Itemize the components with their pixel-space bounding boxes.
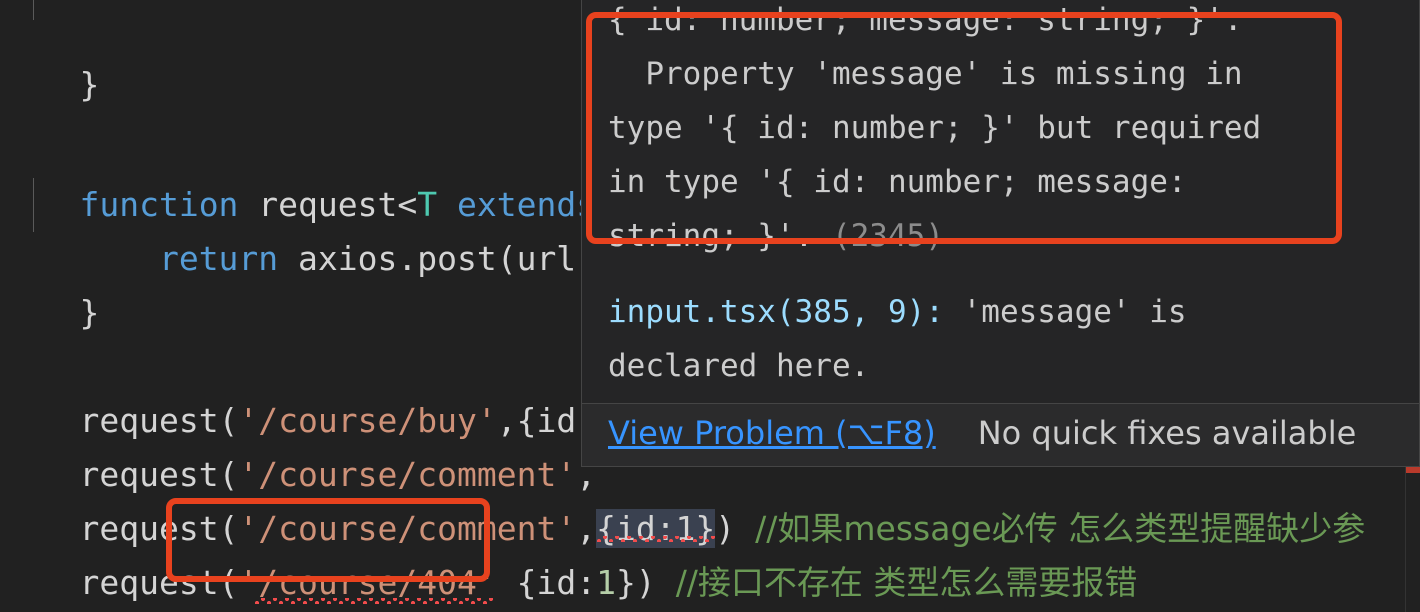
error-squiggle	[254, 598, 493, 604]
tooltip-clipped-line: { id: number; message: string; }'.	[608, 2, 1243, 38]
code-number: 1	[596, 563, 616, 602]
code-line[interactable]: request('/course/comment',	[0, 394, 596, 494]
code-string-literal[interactable]: '/course/404'	[238, 556, 497, 610]
code-line[interactable]: function request<T extends	[0, 124, 596, 224]
tooltip-error-text: string; }'.	[608, 218, 832, 254]
tooltip-related-info-line: input.tsx(385, 9): 'message' is	[582, 285, 1419, 339]
code-token: axios.post(url,	[298, 239, 597, 278]
tooltip-message-body: { id: number; message: string; }'. Prope…	[582, 0, 1419, 403]
tooltip-error-line: Property 'message' is missing in	[608, 56, 1243, 92]
code-token: }	[79, 293, 100, 332]
related-file-link[interactable]: input.tsx(385, 9):	[608, 294, 944, 330]
code-line[interactable]: request('/course/buy',{id:	[0, 340, 596, 440]
code-comment: //接口不存在 类型怎么需要报错	[675, 563, 1138, 602]
code-token: {id:	[496, 563, 597, 602]
code-line[interactable]: }	[0, 4, 99, 104]
tooltip-related-info-line: declared here.	[608, 348, 870, 384]
tooltip-action-bar: View Problem (⌥F8) No quick fixes availa…	[582, 404, 1419, 466]
tooltip-error-line: string; }'. (2345)	[582, 209, 1419, 263]
tooltip-error-line: in type '{ id: number; message:	[608, 164, 1187, 200]
code-line[interactable]: }	[0, 232, 99, 332]
code-token: }	[79, 65, 100, 104]
quick-fix-status: No quick fixes available	[977, 414, 1357, 452]
string-text: '/course/404'	[238, 563, 497, 602]
tooltip-error-code: (2345)	[831, 218, 944, 254]
code-token: })	[615, 563, 656, 602]
code-token: request(	[79, 563, 239, 602]
tooltip-error-line: type '{ id: number; }' but required	[608, 110, 1262, 146]
code-line[interactable]: request('/course/404' {id:1}) //接口不存在 类型怎…	[0, 502, 1137, 604]
view-problem-link[interactable]: View Problem (⌥F8)	[608, 414, 936, 452]
code-line[interactable]: return axios.post(url,	[0, 178, 596, 278]
related-info-text: 'message' is	[943, 294, 1187, 330]
hover-tooltip[interactable]: { id: number; message: string; }'. Prope…	[581, 0, 1420, 467]
code-token: return	[79, 239, 299, 278]
